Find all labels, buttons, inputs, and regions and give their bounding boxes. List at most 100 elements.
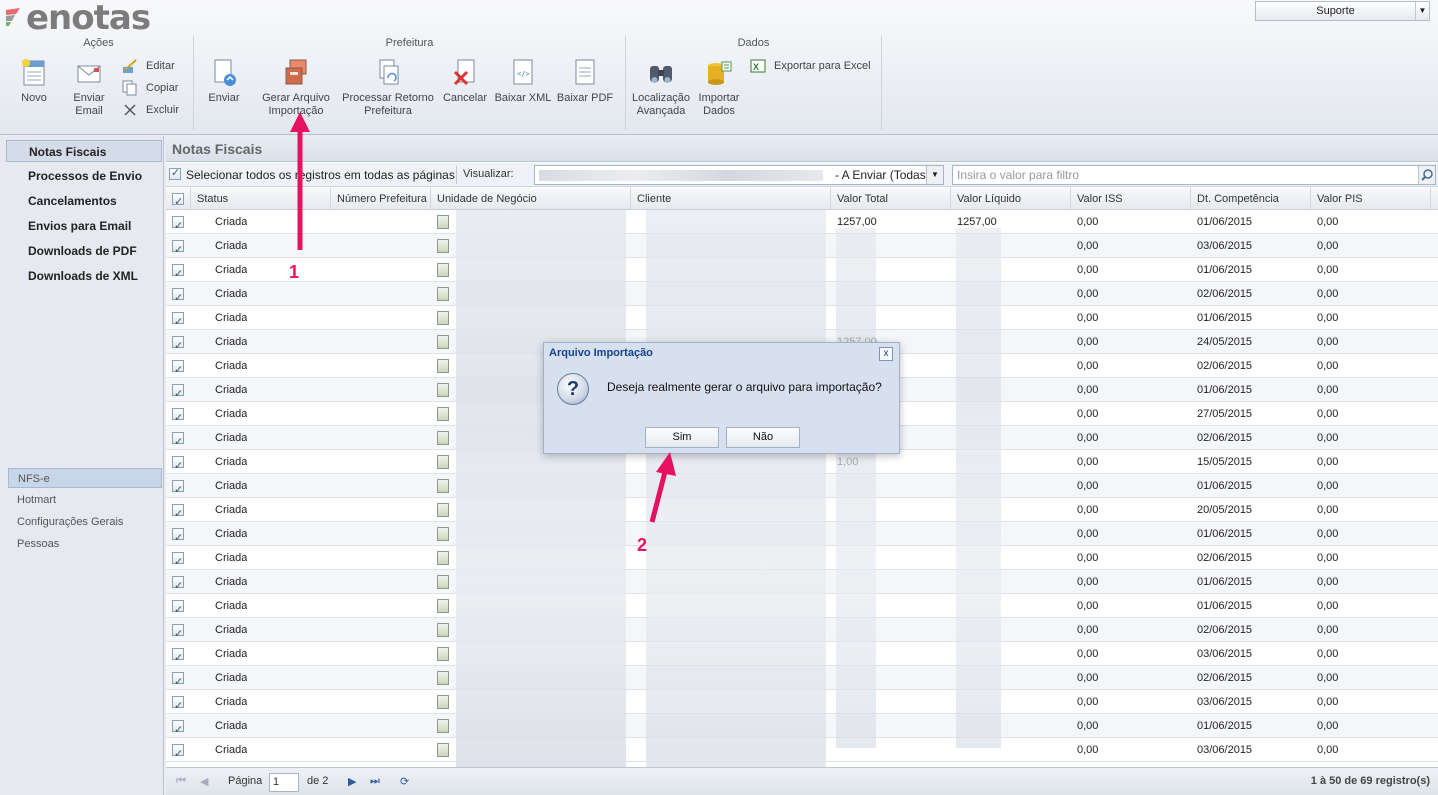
next-page-icon[interactable]: ▶ [348,775,356,788]
page-input[interactable]: 1 [269,773,299,792]
row-checkbox[interactable] [172,262,184,282]
exportar-excel-label: Exportar para Excel [774,60,871,72]
baixar-pdf-button[interactable]: Baixar PDF [556,58,614,105]
enviar-button[interactable]: Enviar [202,58,246,105]
row-checkbox[interactable] [172,742,184,762]
row-checkbox[interactable] [172,574,184,594]
column-cliente[interactable]: Cliente [631,188,831,210]
column-status[interactable]: Status [191,188,331,210]
column-valor-pis[interactable]: Valor PIS [1311,188,1431,210]
first-page-icon[interactable]: ⏮ [176,775,186,788]
module-hotmart[interactable]: Hotmart [8,490,162,510]
cell-valor-iss: 0,00 [1077,456,1099,468]
novo-button[interactable]: Novo [12,58,56,105]
cell-icon [172,642,184,666]
row-checkbox[interactable] [172,478,184,498]
enviar-label: Enviar [208,92,240,104]
baixar-xml-button[interactable]: </> Baixar XML [494,58,552,105]
row-checkbox[interactable] [172,310,184,330]
divider [456,166,457,184]
row-checkbox[interactable] [172,598,184,618]
row-checkbox[interactable] [172,382,184,402]
support-dropdown[interactable]: Suporte ▼ [1255,1,1430,21]
module-nfse[interactable]: NFS-e [8,468,162,488]
nav-item-processos-envio[interactable]: Processos de Envio [6,165,162,187]
row-checkbox[interactable] [172,454,184,474]
grid-toolbar: Selecionar todos os registros em todas a… [166,163,1438,187]
filter-input[interactable]: Insira o valor para filtro [952,165,1436,185]
unidade-icon [437,503,449,518]
redacted-text [539,170,823,181]
refresh-icon[interactable]: ⟳ [400,775,409,788]
gerar-label-2: Importação [268,105,324,117]
copiar-button[interactable]: Copiar [122,80,178,96]
module-pessoas[interactable]: Pessoas [8,534,162,554]
cell-dt-competencia: 01/06/2015 [1197,216,1253,228]
record-count: 1 à 50 de 69 registro(s) [1310,775,1430,787]
column-numero-prefeitura[interactable]: Número Prefeitura [331,188,431,210]
row-checkbox[interactable] [172,286,184,306]
module-configuracoes-gerais[interactable]: Configurações Gerais [8,512,162,532]
cancelar-button[interactable]: Cancelar [440,58,490,105]
row-checkbox[interactable] [172,214,184,234]
group-title: Dados [737,37,770,49]
column-valor-total[interactable]: Valor Total [831,188,951,210]
row-checkbox[interactable] [172,430,184,450]
localizacao-avancada-button[interactable]: Localização Avançada [630,58,692,118]
cell-icon [437,738,449,762]
editar-button[interactable]: Editar [122,58,175,74]
search-icon[interactable] [1418,166,1435,184]
column-unidade-negocio[interactable]: Unidade de Negócio [431,188,631,210]
nao-button[interactable]: Não [726,427,800,448]
column-valor-iss[interactable]: Valor ISS [1071,188,1191,210]
unidade-icon [437,455,449,470]
unidade-icon [437,383,449,398]
redacted-cliente-area [646,210,826,767]
header-checkbox[interactable] [172,191,184,210]
copiar-label: Copiar [146,82,179,94]
cell-valor-iss: 0,00 [1077,744,1099,756]
chevron-down-icon[interactable]: ▼ [1415,2,1429,20]
nav-item-downloads-xml[interactable]: Downloads de XML [6,265,162,287]
row-checkbox[interactable] [172,550,184,570]
cell-dt-competencia: 01/06/2015 [1197,576,1253,588]
column-dt-competencia[interactable]: Dt. Competência [1191,188,1311,210]
exportar-excel-button[interactable]: X Exportar para Excel [750,58,871,74]
visualizar-select[interactable]: - A Enviar (Todas) ▼ [534,165,944,185]
chevron-down-icon[interactable]: ▼ [926,166,943,184]
nav-item-cancelamentos[interactable]: Cancelamentos [6,190,162,212]
header-checkbox-cell[interactable] [166,188,191,210]
enviar-email-button[interactable]: Enviar Email [64,58,114,118]
importar-dados-button[interactable]: Importar Dados [694,58,744,118]
localizacao-label-2: Avançada [636,105,686,117]
nav-item-envios-email[interactable]: Envios para Email [6,215,162,237]
close-icon[interactable]: x [879,347,893,361]
editar-label: Editar [146,60,175,72]
row-checkbox[interactable] [172,334,184,354]
row-checkbox[interactable] [172,526,184,546]
row-checkbox[interactable] [172,646,184,666]
select-all-checkbox[interactable] [169,166,181,181]
gerar-arquivo-importacao-button[interactable]: Gerar Arquivo Importação [258,58,334,118]
excluir-button[interactable]: Excluir [122,102,179,118]
nav-item-notas-fiscais[interactable]: Notas Fiscais [6,140,162,162]
nav-item-downloads-pdf[interactable]: Downloads de PDF [6,240,162,262]
row-checkbox[interactable] [172,718,184,738]
cell-valor-pis: 0,00 [1317,696,1339,708]
row-checkbox[interactable] [172,622,184,642]
last-page-icon[interactable]: ⏭ [370,775,380,788]
row-checkbox[interactable] [172,502,184,522]
prev-page-icon[interactable]: ◀ [200,775,208,788]
row-checkbox[interactable] [172,670,184,690]
unidade-icon [437,743,449,758]
sim-button[interactable]: Sim [645,427,719,448]
row-checkbox[interactable] [172,358,184,378]
row-checkbox[interactable] [172,238,184,258]
cell-icon [437,498,449,522]
row-checkbox[interactable] [172,406,184,426]
row-checkbox[interactable] [172,694,184,714]
processar-retorno-prefeitura-button[interactable]: Processar Retorno Prefeitura [342,58,434,118]
cell-status: Criada [215,264,248,276]
column-valor-liquido[interactable]: Valor Líquido [951,188,1071,210]
unidade-icon [437,335,449,350]
